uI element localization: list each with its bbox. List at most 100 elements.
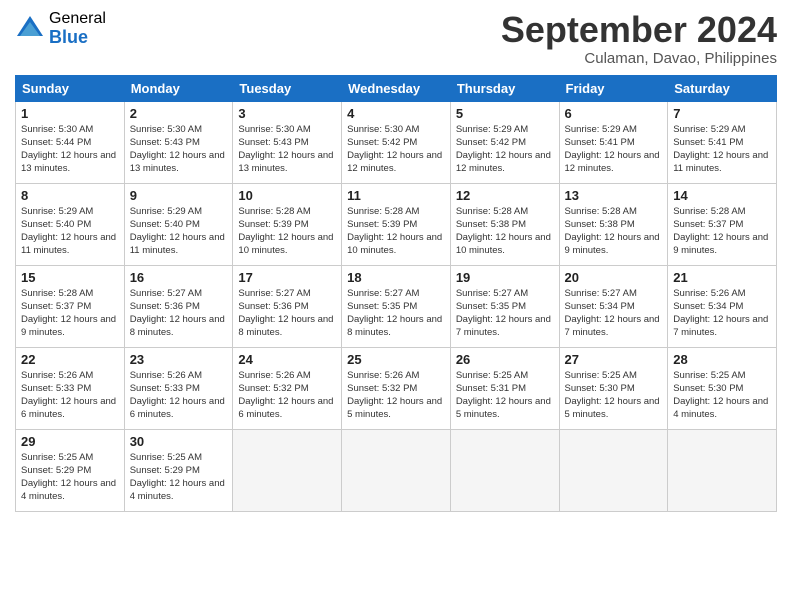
day-number: 1 <box>21 106 119 121</box>
calendar-table: Sunday Monday Tuesday Wednesday Thursday… <box>15 75 777 512</box>
day-info: Sunrise: 5:28 AM Sunset: 5:38 PM Dayligh… <box>456 205 554 258</box>
daylight-label: Daylight: 12 hours and 6 minutes. <box>238 396 333 420</box>
table-row: 25 Sunrise: 5:26 AM Sunset: 5:32 PM Dayl… <box>342 347 451 429</box>
daylight-label: Daylight: 12 hours and 11 minutes. <box>673 150 768 174</box>
sunset-label: Sunset: 5:43 PM <box>130 137 200 148</box>
table-row: 29 Sunrise: 5:25 AM Sunset: 5:29 PM Dayl… <box>16 429 125 511</box>
daylight-label: Daylight: 12 hours and 4 minutes. <box>673 396 768 420</box>
day-number: 5 <box>456 106 554 121</box>
day-number: 17 <box>238 270 336 285</box>
day-number: 9 <box>130 188 228 203</box>
daylight-label: Daylight: 12 hours and 13 minutes. <box>238 150 333 174</box>
calendar-week: 15 Sunrise: 5:28 AM Sunset: 5:37 PM Dayl… <box>16 265 777 347</box>
daylight-label: Daylight: 12 hours and 7 minutes. <box>565 314 660 338</box>
daylight-label: Daylight: 12 hours and 6 minutes. <box>21 396 116 420</box>
sunrise-label: Sunrise: 5:28 AM <box>21 288 93 299</box>
sunrise-label: Sunrise: 5:29 AM <box>130 206 202 217</box>
sunset-label: Sunset: 5:33 PM <box>130 383 200 394</box>
day-info: Sunrise: 5:29 AM Sunset: 5:41 PM Dayligh… <box>673 123 771 176</box>
sunrise-label: Sunrise: 5:25 AM <box>673 370 745 381</box>
sunrise-label: Sunrise: 5:25 AM <box>565 370 637 381</box>
day-info: Sunrise: 5:26 AM Sunset: 5:32 PM Dayligh… <box>347 369 445 422</box>
col-sunday: Sunday <box>16 75 125 101</box>
sunrise-label: Sunrise: 5:29 AM <box>456 124 528 135</box>
sunset-label: Sunset: 5:41 PM <box>673 137 743 148</box>
table-row: 6 Sunrise: 5:29 AM Sunset: 5:41 PM Dayli… <box>559 101 668 183</box>
day-info: Sunrise: 5:30 AM Sunset: 5:43 PM Dayligh… <box>130 123 228 176</box>
table-row: 9 Sunrise: 5:29 AM Sunset: 5:40 PM Dayli… <box>124 183 233 265</box>
sunset-label: Sunset: 5:39 PM <box>347 219 417 230</box>
day-info: Sunrise: 5:28 AM Sunset: 5:37 PM Dayligh… <box>21 287 119 340</box>
col-friday: Friday <box>559 75 668 101</box>
table-row: 20 Sunrise: 5:27 AM Sunset: 5:34 PM Dayl… <box>559 265 668 347</box>
day-info: Sunrise: 5:26 AM Sunset: 5:33 PM Dayligh… <box>130 369 228 422</box>
table-row: 16 Sunrise: 5:27 AM Sunset: 5:36 PM Dayl… <box>124 265 233 347</box>
sunset-label: Sunset: 5:36 PM <box>130 301 200 312</box>
day-info: Sunrise: 5:27 AM Sunset: 5:35 PM Dayligh… <box>347 287 445 340</box>
daylight-label: Daylight: 12 hours and 12 minutes. <box>456 150 551 174</box>
day-info: Sunrise: 5:27 AM Sunset: 5:36 PM Dayligh… <box>130 287 228 340</box>
calendar-week: 8 Sunrise: 5:29 AM Sunset: 5:40 PM Dayli… <box>16 183 777 265</box>
sunrise-label: Sunrise: 5:25 AM <box>130 452 202 463</box>
logo-blue: Blue <box>49 28 106 48</box>
sunrise-label: Sunrise: 5:30 AM <box>130 124 202 135</box>
sunrise-label: Sunrise: 5:27 AM <box>456 288 528 299</box>
daylight-label: Daylight: 12 hours and 12 minutes. <box>565 150 660 174</box>
sunset-label: Sunset: 5:29 PM <box>21 465 91 476</box>
table-row <box>559 429 668 511</box>
day-number: 14 <box>673 188 771 203</box>
daylight-label: Daylight: 12 hours and 13 minutes. <box>21 150 116 174</box>
sunrise-label: Sunrise: 5:27 AM <box>347 288 419 299</box>
day-number: 12 <box>456 188 554 203</box>
month-title: September 2024 <box>501 10 777 50</box>
day-info: Sunrise: 5:29 AM Sunset: 5:40 PM Dayligh… <box>21 205 119 258</box>
sunset-label: Sunset: 5:30 PM <box>673 383 743 394</box>
day-number: 23 <box>130 352 228 367</box>
daylight-label: Daylight: 12 hours and 11 minutes. <box>130 232 225 256</box>
sunrise-label: Sunrise: 5:28 AM <box>347 206 419 217</box>
day-info: Sunrise: 5:25 AM Sunset: 5:30 PM Dayligh… <box>565 369 663 422</box>
day-number: 3 <box>238 106 336 121</box>
sunrise-label: Sunrise: 5:28 AM <box>565 206 637 217</box>
day-info: Sunrise: 5:26 AM Sunset: 5:34 PM Dayligh… <box>673 287 771 340</box>
table-row: 4 Sunrise: 5:30 AM Sunset: 5:42 PM Dayli… <box>342 101 451 183</box>
table-row: 21 Sunrise: 5:26 AM Sunset: 5:34 PM Dayl… <box>668 265 777 347</box>
daylight-label: Daylight: 12 hours and 11 minutes. <box>21 232 116 256</box>
col-monday: Monday <box>124 75 233 101</box>
table-row: 13 Sunrise: 5:28 AM Sunset: 5:38 PM Dayl… <box>559 183 668 265</box>
sunrise-label: Sunrise: 5:28 AM <box>456 206 528 217</box>
day-number: 30 <box>130 434 228 449</box>
sunset-label: Sunset: 5:32 PM <box>347 383 417 394</box>
sunrise-label: Sunrise: 5:28 AM <box>673 206 745 217</box>
day-info: Sunrise: 5:26 AM Sunset: 5:33 PM Dayligh… <box>21 369 119 422</box>
table-row: 1 Sunrise: 5:30 AM Sunset: 5:44 PM Dayli… <box>16 101 125 183</box>
sunrise-label: Sunrise: 5:26 AM <box>130 370 202 381</box>
table-row: 22 Sunrise: 5:26 AM Sunset: 5:33 PM Dayl… <box>16 347 125 429</box>
table-row: 30 Sunrise: 5:25 AM Sunset: 5:29 PM Dayl… <box>124 429 233 511</box>
sunrise-label: Sunrise: 5:30 AM <box>347 124 419 135</box>
sunset-label: Sunset: 5:36 PM <box>238 301 308 312</box>
day-number: 15 <box>21 270 119 285</box>
sunrise-label: Sunrise: 5:27 AM <box>238 288 310 299</box>
daylight-label: Daylight: 12 hours and 13 minutes. <box>130 150 225 174</box>
daylight-label: Daylight: 12 hours and 5 minutes. <box>347 396 442 420</box>
daylight-label: Daylight: 12 hours and 7 minutes. <box>673 314 768 338</box>
sunset-label: Sunset: 5:30 PM <box>565 383 635 394</box>
sunrise-label: Sunrise: 5:27 AM <box>130 288 202 299</box>
table-row: 8 Sunrise: 5:29 AM Sunset: 5:40 PM Dayli… <box>16 183 125 265</box>
sunrise-label: Sunrise: 5:26 AM <box>347 370 419 381</box>
header: General Blue September 2024 Culaman, Dav… <box>15 10 777 67</box>
page: General Blue September 2024 Culaman, Dav… <box>0 0 792 612</box>
sunrise-label: Sunrise: 5:29 AM <box>673 124 745 135</box>
sunset-label: Sunset: 5:37 PM <box>673 219 743 230</box>
day-number: 27 <box>565 352 663 367</box>
sunset-label: Sunset: 5:41 PM <box>565 137 635 148</box>
day-number: 4 <box>347 106 445 121</box>
daylight-label: Daylight: 12 hours and 10 minutes. <box>347 232 442 256</box>
logo-icon <box>15 14 45 44</box>
sunrise-label: Sunrise: 5:29 AM <box>21 206 93 217</box>
daylight-label: Daylight: 12 hours and 9 minutes. <box>21 314 116 338</box>
table-row: 18 Sunrise: 5:27 AM Sunset: 5:35 PM Dayl… <box>342 265 451 347</box>
daylight-label: Daylight: 12 hours and 9 minutes. <box>565 232 660 256</box>
daylight-label: Daylight: 12 hours and 9 minutes. <box>673 232 768 256</box>
